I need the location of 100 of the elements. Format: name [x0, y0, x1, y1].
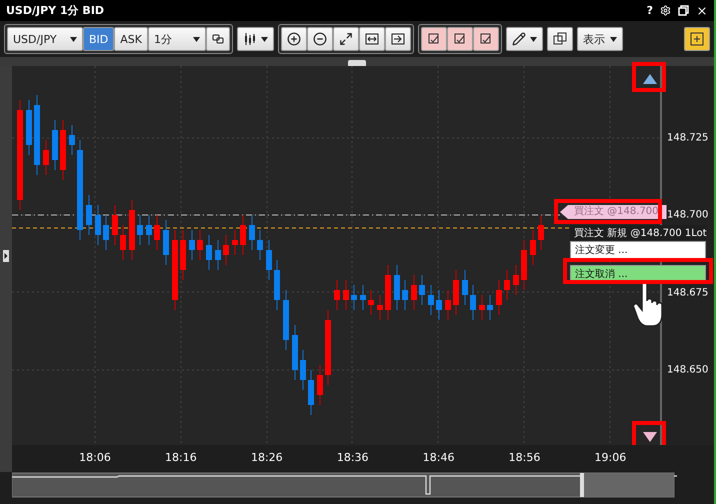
candlestick: [103, 214, 109, 250]
arrow-right-icon: [391, 33, 405, 45]
candlestick: [43, 140, 49, 176]
candlestick: [206, 234, 212, 270]
highlight-frame: [632, 62, 666, 92]
price-label: 148.725: [667, 132, 708, 144]
candlestick: [86, 194, 92, 236]
price-label: 148.700: [667, 210, 708, 221]
time-label: 19:06: [594, 451, 626, 464]
candlestick: [470, 284, 476, 320]
candlestick: [428, 284, 434, 316]
candlestick: [436, 290, 442, 320]
window-icon: [553, 32, 567, 46]
order-tool-button[interactable]: [447, 27, 473, 51]
link-button[interactable]: [206, 27, 230, 51]
candlestick: [154, 214, 160, 250]
candlestick: [308, 370, 314, 416]
scroll-up-icon[interactable]: [643, 74, 657, 84]
close-icon[interactable]: [696, 4, 708, 16]
price-label: 148.650: [667, 364, 708, 376]
candlestick: [266, 240, 272, 280]
candlestick: [215, 240, 221, 270]
candlestick: [521, 240, 527, 290]
chart-order-icon: [427, 32, 441, 46]
menu-item[interactable]: 注文変更 ...: [570, 241, 706, 259]
candlestick: [411, 274, 417, 310]
expand-arrow-icon[interactable]: [3, 250, 9, 262]
candlestick: [445, 290, 451, 320]
fullscreen-button[interactable]: [684, 27, 710, 51]
candlestick: [180, 230, 186, 280]
candlestick: [163, 220, 169, 266]
candlestick: [257, 230, 263, 260]
window-title: USD/JPY 1分 BID: [6, 3, 106, 18]
settings-icon[interactable]: [660, 5, 671, 16]
restore-icon[interactable]: [678, 5, 689, 16]
caret-icon: [193, 36, 200, 42]
candlestick: [249, 214, 255, 250]
zoom-out-button[interactable]: [307, 27, 333, 51]
order-tool-button[interactable]: [421, 27, 447, 51]
candlestick: [334, 280, 340, 310]
candlestick: [129, 200, 135, 260]
candlestick: [292, 324, 298, 380]
order-tool-button[interactable]: [473, 27, 499, 51]
zoom-out-icon: [313, 32, 327, 46]
fit-button[interactable]: [333, 27, 359, 51]
price-label: 148.675: [667, 287, 708, 298]
candlestick: [95, 204, 101, 246]
time-label: 18:16: [165, 451, 197, 464]
pencil-icon: [512, 32, 526, 46]
candlestick: [120, 224, 126, 260]
candlestick: [112, 204, 118, 246]
candlestick: [137, 214, 143, 246]
candlestick: [146, 214, 152, 246]
candlestick: [462, 270, 468, 306]
candlestick: [504, 270, 510, 300]
candlestick: [394, 264, 400, 310]
link-icon: [212, 33, 224, 45]
latest-button[interactable]: [385, 27, 411, 51]
candlestick: [385, 264, 391, 320]
candlestick: [479, 294, 485, 320]
candlestick: [487, 294, 493, 320]
stretch-button[interactable]: [359, 27, 385, 51]
price-side-tab[interactable]: ASK: [114, 27, 148, 51]
candlestick: [360, 284, 366, 310]
candlestick: [377, 294, 383, 320]
help-button[interactable]: ?: [646, 4, 653, 17]
candlestick: [197, 230, 203, 260]
snapshot-button[interactable]: [547, 27, 573, 51]
symbol-dropdown[interactable]: USD/JPY: [7, 27, 83, 51]
scroll-down-icon[interactable]: [643, 432, 657, 442]
time-label: 18:46: [422, 451, 454, 464]
candlestick: [351, 284, 357, 310]
zoom-in-button[interactable]: [281, 27, 307, 51]
draw-tool-button[interactable]: [506, 27, 543, 51]
candlestick: [538, 214, 544, 250]
chart-order-icon: [453, 32, 467, 46]
chart-type-button[interactable]: [237, 27, 274, 51]
candlestick: [317, 364, 323, 406]
candlestick: [232, 230, 238, 256]
price-side-tab[interactable]: BID: [83, 27, 114, 51]
candlestick: [419, 274, 425, 306]
time-label: 18:56: [508, 451, 540, 464]
time-label: 18:36: [336, 451, 369, 464]
caret-icon: [261, 36, 268, 42]
fit-icon: [339, 32, 353, 46]
view-menu-button[interactable]: 表示: [577, 27, 623, 51]
candlestick: [69, 124, 75, 156]
candlestick: [402, 280, 408, 310]
candlestick-icon: [243, 32, 257, 46]
candlestick: [530, 230, 536, 266]
candlestick: [26, 100, 32, 156]
candlestick: [496, 280, 502, 316]
timeframe-dropdown[interactable]: 1分: [148, 27, 206, 51]
candlestick: [52, 120, 58, 170]
candlestick: [283, 290, 289, 350]
candlestick: [223, 234, 229, 266]
time-label: 18:06: [79, 451, 111, 464]
menu-header: 買注文 新規 @148.700 1Lot: [570, 225, 706, 241]
candlestick: [368, 290, 374, 316]
caret-icon: [70, 36, 77, 42]
